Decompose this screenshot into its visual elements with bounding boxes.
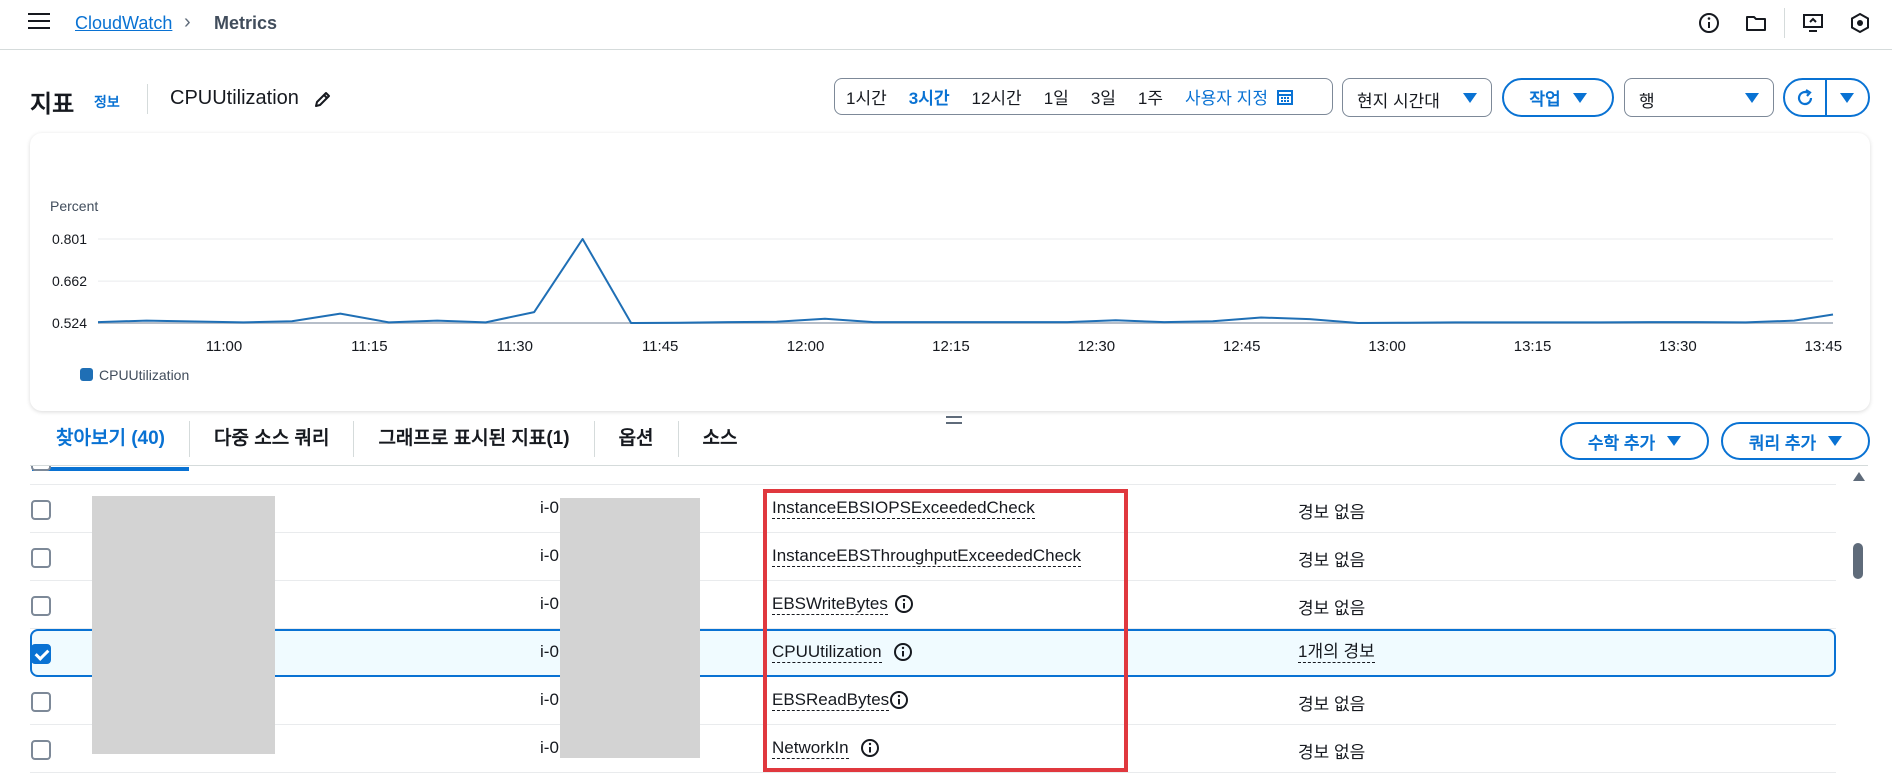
x-tick-label: 13:00	[1368, 338, 1406, 355]
alarm-status: 경보 없음	[1298, 599, 1366, 618]
table-scrollbar[interactable]	[1848, 466, 1870, 777]
x-tick-label: 11:15	[351, 338, 387, 355]
x-tick-label: 12:45	[1223, 338, 1261, 355]
chart-panel: Percent 0.801 0.662 0.524 11:00 11:15 11:30 11:…	[30, 133, 1870, 411]
instance-id[interactable]: i-0	[540, 690, 559, 710]
info-icon[interactable]	[1698, 12, 1720, 34]
range-1w[interactable]: 1주	[1127, 84, 1174, 109]
row-checkbox[interactable]	[31, 548, 51, 568]
x-tick-label: 13:15	[1514, 338, 1552, 355]
caret-down-icon	[1840, 92, 1855, 103]
header-divider	[147, 84, 148, 114]
instance-id[interactable]: i-0	[540, 642, 559, 662]
view-select[interactable]: 행	[1624, 78, 1774, 117]
tab-bar: 찾아보기 (40) 다중 소스 쿼리 그래프로 표시된 지표(1) 옵션 소스	[32, 414, 762, 471]
x-tick-label: 11:30	[497, 338, 533, 355]
caret-down-icon	[1828, 436, 1843, 446]
refresh-icon	[1797, 88, 1812, 105]
caret-down-icon	[1572, 92, 1587, 103]
alarm-status: 경보 없음	[1298, 743, 1366, 762]
tab-browse[interactable]: 찾아보기 (40)	[32, 421, 190, 471]
scrollbar-thumb[interactable]	[1853, 543, 1863, 579]
refresh-button-group	[1783, 78, 1870, 117]
range-3d[interactable]: 3일	[1080, 84, 1127, 109]
x-tick-label: 11:00	[206, 338, 242, 355]
alarm-status: 경보 없음	[1298, 695, 1366, 714]
add-query-label: 쿼리 추가	[1748, 433, 1817, 453]
x-tick-label: 11:45	[642, 338, 678, 355]
y-tick-label: 0.524	[52, 315, 87, 331]
info-link[interactable]: 정보	[94, 92, 120, 112]
y-tick-label: 0.662	[52, 273, 87, 289]
resize-handle[interactable]	[946, 416, 962, 426]
page-title: 지표	[30, 91, 75, 118]
redacted-region	[560, 498, 700, 758]
y-axis-label: Percent	[50, 198, 98, 214]
legend-swatch	[80, 368, 93, 381]
range-1h[interactable]: 1시간	[835, 84, 898, 109]
folder-icon[interactable]	[1745, 12, 1767, 34]
alarm-status: 경보 없음	[1298, 503, 1366, 522]
row-checkbox[interactable]	[31, 466, 51, 471]
actions-button[interactable]: 작업	[1502, 78, 1614, 117]
range-1d[interactable]: 1일	[1033, 84, 1080, 109]
nav-divider	[1784, 8, 1785, 38]
x-tick-label: 12:15	[932, 338, 970, 355]
breadcrumb-cloudwatch[interactable]: CloudWatch	[75, 13, 172, 34]
timezone-select[interactable]: 현지 시간대	[1342, 78, 1492, 117]
range-12h[interactable]: 12시간	[961, 84, 1033, 109]
actions-label: 작업	[1529, 90, 1561, 109]
y-tick-label: 0.801	[52, 231, 87, 247]
instance-id[interactable]: i-0	[540, 546, 559, 566]
instance-id[interactable]: i-0	[540, 738, 559, 758]
tab-multi-source-query[interactable]: 다중 소스 쿼리	[190, 421, 355, 457]
timezone-value: 현지 시간대	[1357, 92, 1440, 111]
settings-hex-icon[interactable]	[1849, 12, 1871, 34]
x-tick-label: 12:30	[1078, 338, 1116, 355]
redacted-region	[92, 496, 275, 754]
x-tick-label: 12:00	[787, 338, 825, 355]
top-navigation: CloudWatch › Metrics	[0, 0, 1892, 50]
x-tick-label: 13:45	[1805, 338, 1843, 355]
alarm-status: 경보 없음	[1298, 551, 1366, 570]
refresh-interval-dropdown[interactable]	[1827, 80, 1869, 115]
range-custom[interactable]: 사용자 지정	[1174, 84, 1272, 109]
row-checkbox[interactable]	[31, 500, 51, 520]
time-range-selector: 1시간 3시간 12시간 1일 3일 1주 사용자 지정	[834, 78, 1333, 115]
caret-down-icon	[1745, 93, 1759, 103]
tab-options[interactable]: 옵션	[595, 421, 679, 457]
menu-icon[interactable]	[28, 13, 50, 31]
tab-graphed-metrics[interactable]: 그래프로 표시된 지표(1)	[354, 421, 595, 457]
table-row-partial	[30, 466, 1836, 485]
scroll-up-arrow-icon[interactable]	[1853, 472, 1865, 481]
range-3h[interactable]: 3시간	[898, 84, 961, 109]
calendar-icon[interactable]	[1276, 88, 1294, 106]
legend-label: CPUUtilization	[99, 367, 189, 383]
breadcrumb-current: Metrics	[214, 13, 278, 33]
breadcrumb-separator-icon: ›	[184, 11, 191, 33]
add-math-label: 수학 추가	[1587, 433, 1656, 453]
x-tick-label: 13:30	[1659, 338, 1697, 355]
highlight-annotation	[763, 489, 1128, 772]
row-checkbox-checked[interactable]	[31, 644, 51, 664]
tab-source[interactable]: 소스	[679, 421, 762, 457]
instance-id[interactable]: i-0	[540, 594, 559, 614]
pencil-edit-icon[interactable]	[312, 88, 334, 110]
refresh-button[interactable]	[1785, 80, 1827, 115]
line-chart: Percent 0.801 0.662 0.524 11:00 11:15 11:30 11:…	[50, 198, 1843, 383]
graph-title: CPUUtilization	[170, 87, 299, 109]
add-query-button[interactable]: 쿼리 추가	[1721, 422, 1870, 460]
row-checkbox[interactable]	[31, 740, 51, 760]
alarm-link[interactable]: 1개의 경보	[1298, 642, 1375, 663]
caret-down-icon	[1463, 93, 1477, 103]
row-checkbox[interactable]	[31, 596, 51, 616]
add-math-button[interactable]: 수학 추가	[1560, 422, 1709, 460]
row-checkbox[interactable]	[31, 692, 51, 712]
caret-down-icon	[1667, 436, 1682, 446]
monitor-icon[interactable]	[1802, 12, 1824, 34]
instance-id[interactable]: i-0	[540, 498, 559, 518]
view-select-value: 행	[1639, 92, 1655, 111]
